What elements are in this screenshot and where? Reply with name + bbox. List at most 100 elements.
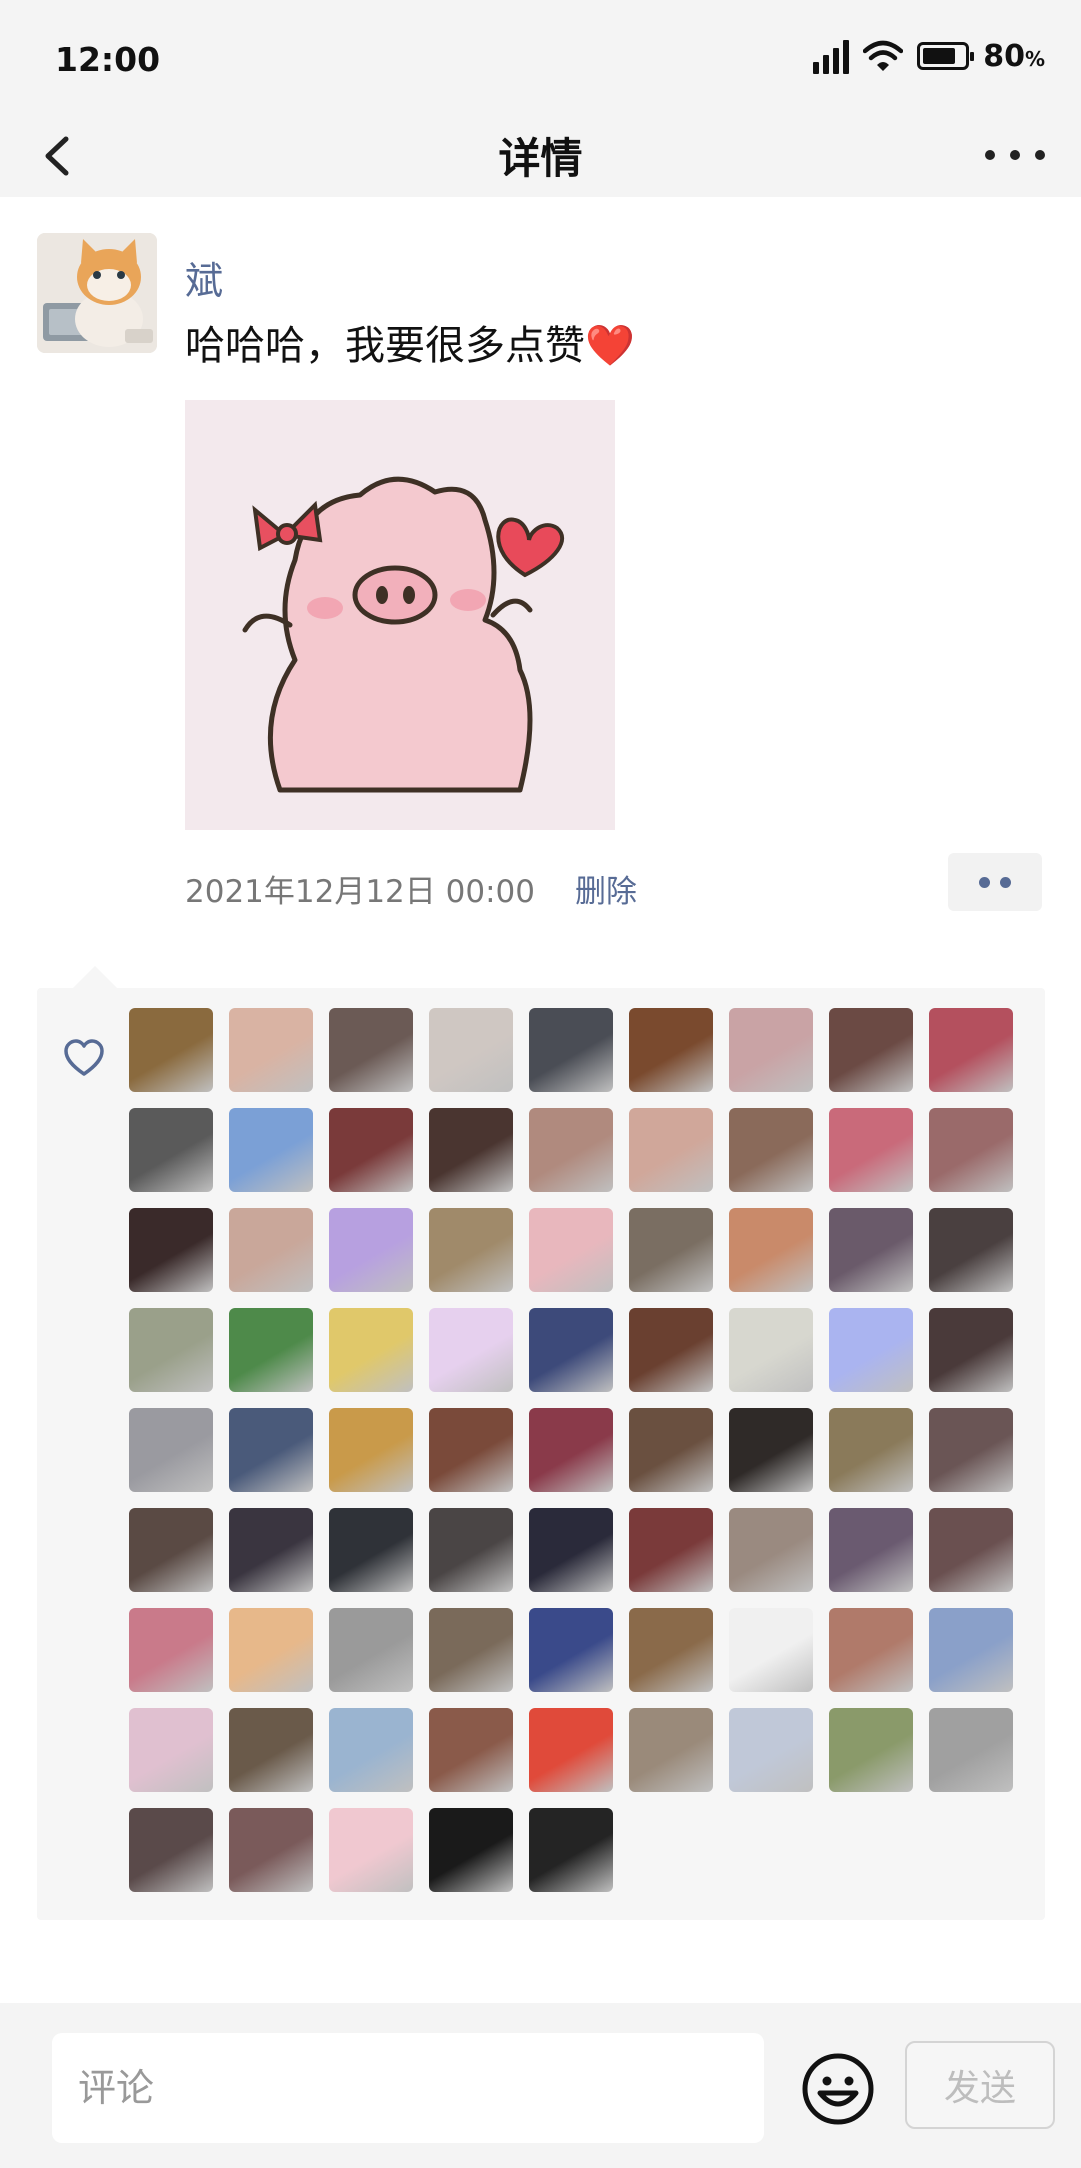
- liker-avatar[interactable]: [329, 1408, 413, 1492]
- liker-avatar[interactable]: [429, 1708, 513, 1792]
- liker-avatar[interactable]: [529, 1408, 613, 1492]
- comment-bar: 发送: [0, 2003, 1081, 2168]
- liker-avatar[interactable]: [529, 1608, 613, 1692]
- liker-avatar[interactable]: [129, 1208, 213, 1292]
- liker-avatar[interactable]: [629, 1408, 713, 1492]
- liker-avatar[interactable]: [529, 1108, 613, 1192]
- nav-bar: 详情: [0, 115, 1081, 197]
- liker-avatar[interactable]: [629, 1708, 713, 1792]
- liker-avatar[interactable]: [429, 1208, 513, 1292]
- liker-avatar[interactable]: [929, 1708, 1013, 1792]
- liker-avatar[interactable]: [729, 1508, 813, 1592]
- liker-avatar[interactable]: [829, 1008, 913, 1092]
- liker-avatar[interactable]: [329, 1308, 413, 1392]
- battery-level: 80%: [983, 38, 1045, 74]
- liker-avatar[interactable]: [229, 1508, 313, 1592]
- liker-avatar[interactable]: [329, 1008, 413, 1092]
- liker-avatar[interactable]: [929, 1208, 1013, 1292]
- liker-avatar[interactable]: [329, 1608, 413, 1692]
- liker-avatar[interactable]: [129, 1308, 213, 1392]
- more-horizontal-icon: [985, 150, 995, 160]
- liker-avatar[interactable]: [229, 1708, 313, 1792]
- liker-avatar[interactable]: [529, 1508, 613, 1592]
- liker-avatar[interactable]: [529, 1808, 613, 1892]
- liker-avatar[interactable]: [329, 1108, 413, 1192]
- cat-avatar-image: [37, 233, 157, 353]
- liker-avatar[interactable]: [829, 1508, 913, 1592]
- liker-avatar[interactable]: [529, 1208, 613, 1292]
- liker-avatar[interactable]: [929, 1508, 1013, 1592]
- liker-avatar[interactable]: [329, 1208, 413, 1292]
- post-image[interactable]: [185, 400, 615, 830]
- liker-avatar[interactable]: [829, 1308, 913, 1392]
- liker-avatar[interactable]: [629, 1208, 713, 1292]
- page-title: 详情: [498, 134, 583, 183]
- liker-avatar[interactable]: [329, 1808, 413, 1892]
- liker-avatar[interactable]: [429, 1308, 513, 1392]
- liker-avatar[interactable]: [129, 1508, 213, 1592]
- wifi-icon: [863, 40, 904, 71]
- liker-avatar[interactable]: [229, 1608, 313, 1692]
- liker-avatar[interactable]: [929, 1408, 1013, 1492]
- liker-avatar[interactable]: [729, 1408, 813, 1492]
- liker-avatar[interactable]: [729, 1708, 813, 1792]
- liker-avatar[interactable]: [629, 1508, 713, 1592]
- liker-avatar[interactable]: [429, 1408, 513, 1492]
- liker-avatar[interactable]: [129, 1408, 213, 1492]
- liker-avatar[interactable]: [329, 1508, 413, 1592]
- liker-avatar[interactable]: [229, 1108, 313, 1192]
- liker-avatar[interactable]: [529, 1008, 613, 1092]
- liker-avatar[interactable]: [129, 1108, 213, 1192]
- liker-avatar[interactable]: [229, 1208, 313, 1292]
- liker-avatar[interactable]: [729, 1008, 813, 1092]
- liker-avatar[interactable]: [529, 1308, 613, 1392]
- liker-avatar[interactable]: [729, 1308, 813, 1392]
- send-button[interactable]: 发送: [905, 2041, 1055, 2129]
- liker-avatar[interactable]: [829, 1108, 913, 1192]
- liker-avatar[interactable]: [829, 1608, 913, 1692]
- liker-avatar[interactable]: [929, 1008, 1013, 1092]
- comment-like-actions-button[interactable]: [948, 853, 1042, 911]
- emoji-smile-icon[interactable]: [800, 2051, 876, 2127]
- liker-avatar[interactable]: [729, 1208, 813, 1292]
- liker-avatar[interactable]: [629, 1608, 713, 1692]
- liker-avatar[interactable]: [629, 1308, 713, 1392]
- liker-avatar[interactable]: [429, 1808, 513, 1892]
- liker-avatar[interactable]: [929, 1608, 1013, 1692]
- liker-avatar[interactable]: [329, 1708, 413, 1792]
- comment-like-actions-icon: [979, 876, 990, 888]
- liker-avatar[interactable]: [129, 1808, 213, 1892]
- liker-avatar[interactable]: [229, 1008, 313, 1092]
- cell-signal-icon: [813, 38, 850, 74]
- heart-outline-icon: [64, 1039, 104, 1076]
- liker-avatar[interactable]: [229, 1408, 313, 1492]
- liker-avatar[interactable]: [629, 1108, 713, 1192]
- liker-avatar[interactable]: [429, 1108, 513, 1192]
- author-avatar[interactable]: [37, 233, 157, 353]
- liker-avatar[interactable]: [529, 1708, 613, 1792]
- liker-avatar[interactable]: [429, 1608, 513, 1692]
- liker-avatar[interactable]: [929, 1308, 1013, 1392]
- liker-avatar[interactable]: [229, 1808, 313, 1892]
- more-options-button[interactable]: [985, 135, 1045, 175]
- status-time: 12:00: [55, 40, 161, 79]
- comment-input[interactable]: [52, 2033, 764, 2143]
- liker-avatar[interactable]: [129, 1708, 213, 1792]
- delete-button[interactable]: 删除: [575, 866, 637, 911]
- liker-avatar[interactable]: [429, 1008, 513, 1092]
- liker-avatar[interactable]: [729, 1108, 813, 1192]
- liker-avatar[interactable]: [129, 1608, 213, 1692]
- liker-avatar[interactable]: [829, 1208, 913, 1292]
- author-name[interactable]: 斌: [185, 250, 223, 305]
- status-indicators: 80%: [813, 36, 1045, 76]
- liker-avatar[interactable]: [629, 1008, 713, 1092]
- post-timestamp: 2021年12月12日 00:00: [185, 874, 535, 910]
- liker-avatar[interactable]: [729, 1608, 813, 1692]
- liker-avatar[interactable]: [829, 1408, 913, 1492]
- liker-avatar[interactable]: [129, 1008, 213, 1092]
- post-text: 哈哈哈，我要很多点赞❤️: [185, 323, 635, 369]
- liker-avatar[interactable]: [929, 1108, 1013, 1192]
- liker-avatar[interactable]: [229, 1308, 313, 1392]
- liker-avatar[interactable]: [829, 1708, 913, 1792]
- liker-avatar[interactable]: [429, 1508, 513, 1592]
